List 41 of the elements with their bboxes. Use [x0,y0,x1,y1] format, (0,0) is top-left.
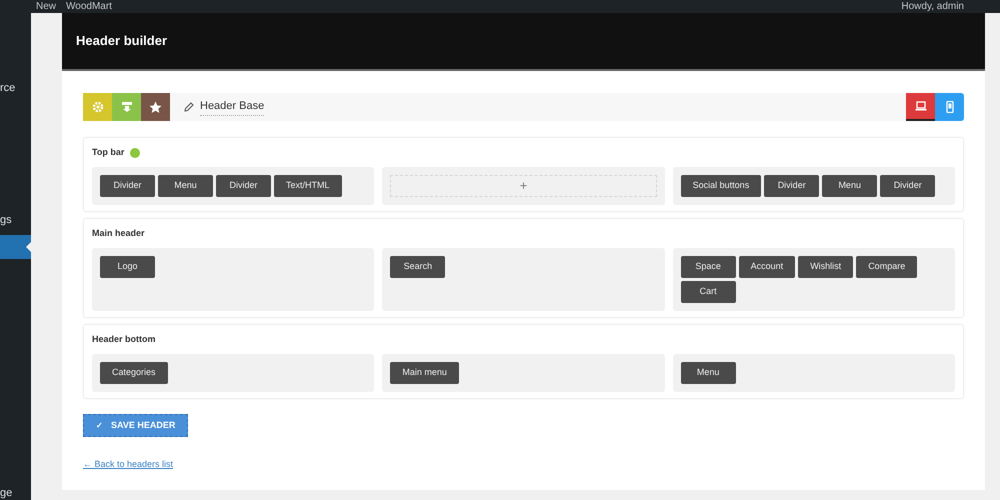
check-icon: ✓ [96,420,103,432]
device-button[interactable] [906,93,935,121]
sidebar-item[interactable]: ge [0,485,31,500]
element-button[interactable]: Text/HTML [274,175,342,197]
greeting-text: Howdy, admin [901,2,964,12]
element-button[interactable]: Divider [100,175,155,197]
star-icon [149,100,162,114]
add-element-button[interactable]: + [390,175,657,197]
toolbar-button[interactable] [141,93,170,121]
pencil-icon [184,102,194,112]
sidebar-item[interactable]: gs [0,212,31,228]
element-button[interactable]: Compare [856,256,918,278]
back-link[interactable]: ← Back to headers list [83,459,174,469]
element-button[interactable]: Account [738,256,796,278]
gear-icon [92,101,104,113]
admin-bar-link[interactable]: WoodMart [66,2,112,12]
section-title: Main header [92,227,145,240]
admin-bar-link[interactable]: New [36,2,56,12]
sidebar-item[interactable] [0,235,31,259]
download-icon [120,101,132,113]
element-button[interactable]: Logo [100,256,155,278]
element-button[interactable]: Wishlist [798,256,854,278]
section-title: Header bottom [92,333,156,346]
element-button[interactable]: Divider [880,175,936,197]
element-button[interactable]: Menu [822,175,878,197]
element-button[interactable]: Categories [100,362,168,384]
section-title: Top bar [92,146,124,160]
element-button[interactable]: Main menu [390,362,459,384]
element-button[interactable]: Divider [216,175,271,197]
phone-icon [944,101,954,113]
element-button[interactable]: Divider [764,175,820,197]
sidebar-item[interactable]: rce [0,80,31,96]
laptop-icon [914,100,926,112]
header-name-field[interactable]: Header Base [200,98,264,116]
element-button[interactable]: Menu [680,362,736,384]
element-button[interactable]: Social buttons [680,175,762,197]
element-button[interactable]: Cart [680,281,736,303]
element-button[interactable]: Search [390,256,446,278]
page-title: Header builder [76,32,168,50]
element-button[interactable]: Menu [158,175,213,197]
element-button[interactable]: Space [680,256,736,278]
